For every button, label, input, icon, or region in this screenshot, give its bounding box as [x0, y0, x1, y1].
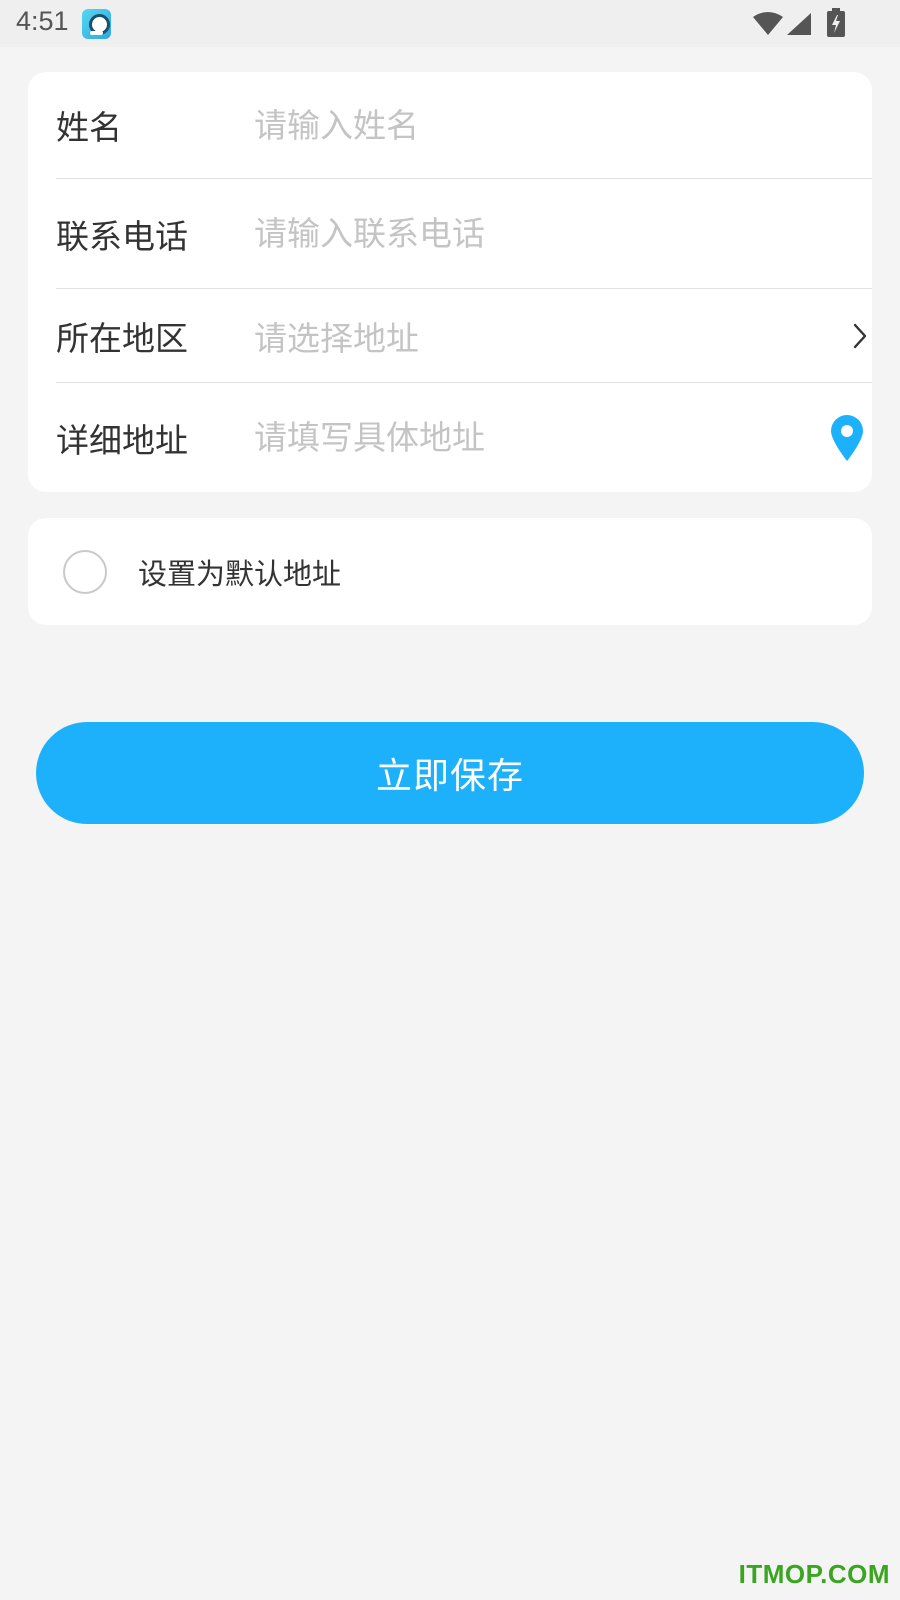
default-address-label: 设置为默认地址 — [138, 556, 342, 591]
detail-address-label: 详细地址 — [56, 420, 188, 460]
cellular-signal-icon — [787, 13, 811, 35]
address-form-card: 姓名 联系电话 所在地区 请选择地址 详细地址 — [28, 72, 872, 492]
chevron-right-icon — [853, 323, 867, 348]
watermark: ITMOP.COM — [738, 1559, 890, 1589]
region-placeholder: 请选择地址 — [254, 318, 419, 358]
detail-address-row: 详细地址 — [56, 383, 872, 492]
battery-charging-icon — [827, 8, 845, 37]
save-button[interactable]: 立即保存 — [36, 722, 864, 824]
location-pin-icon[interactable] — [828, 414, 866, 462]
phone-label: 联系电话 — [56, 216, 188, 256]
region-selector[interactable]: 所在地区 请选择地址 — [56, 289, 872, 382]
camera-app-icon — [82, 9, 111, 39]
status-time: 4:51 — [16, 6, 69, 36]
name-row: 姓名 — [56, 72, 872, 178]
name-input[interactable] — [254, 100, 814, 150]
wifi-icon — [753, 12, 783, 35]
detail-address-input[interactable] — [254, 412, 814, 463]
name-label: 姓名 — [56, 108, 122, 147]
status-bar: 4:51 — [0, 0, 900, 47]
default-address-card[interactable]: 设置为默认地址 — [28, 518, 872, 625]
phone-row: 联系电话 — [56, 179, 872, 288]
default-address-radio[interactable] — [63, 550, 107, 594]
region-label: 所在地区 — [56, 318, 188, 358]
phone-input[interactable] — [254, 208, 814, 259]
